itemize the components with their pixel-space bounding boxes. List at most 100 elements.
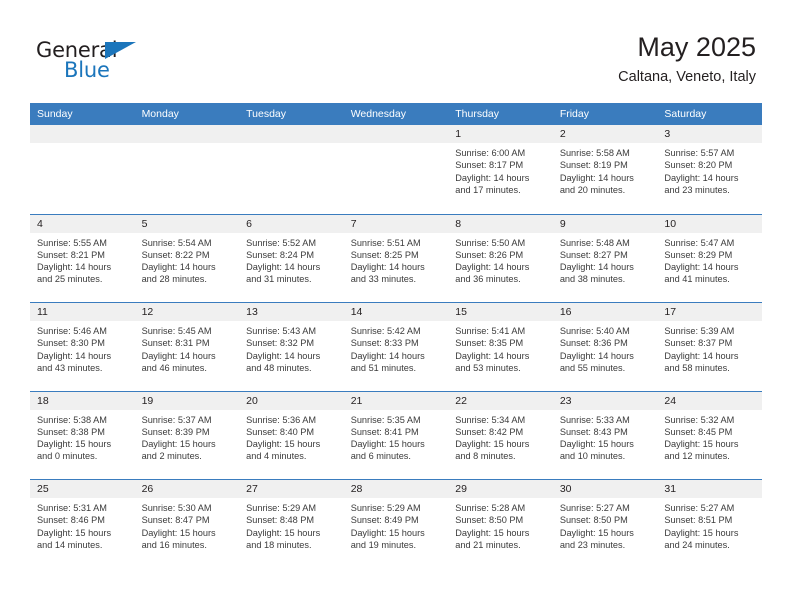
daylight-text: Daylight: 14 hours and 46 minutes. bbox=[141, 350, 216, 373]
sunset-text: Sunset: 8:31 PM bbox=[141, 338, 210, 349]
daylight-text: Daylight: 15 hours and 16 minutes. bbox=[141, 527, 216, 550]
sunrise-text: Sunrise: 5:36 AM bbox=[246, 414, 317, 425]
calendar-day-cell[interactable]: 6 Sunrise: 5:52 AM Sunset: 8:24 PM Daylight… bbox=[239, 214, 344, 302]
daylight-text: Daylight: 15 hours and 19 minutes. bbox=[350, 527, 425, 550]
day-number bbox=[239, 125, 344, 143]
day-details: Sunrise: 5:27 AM Sunset: 8:50 PM Daylight:… bbox=[553, 498, 658, 551]
daylight-text: Daylight: 15 hours and 4 minutes. bbox=[246, 439, 321, 462]
calendar-day-cell[interactable]: 8 Sunrise: 5:50 AM Sunset: 8:26 PM Daylight… bbox=[448, 214, 553, 302]
sunset-text: Sunset: 8:27 PM bbox=[559, 249, 628, 260]
calendar-day-cell[interactable]: 16 Sunrise: 5:40 AM Sunset: 8:36 PM Dayligh… bbox=[552, 303, 658, 391]
calendar-day-cell[interactable]: 26 Sunrise: 5:30 AM Sunset: 8:47 PM Dayligh… bbox=[134, 480, 240, 568]
sunrise-text: Sunrise: 5:28 AM bbox=[455, 503, 526, 513]
calendar-day-cell[interactable]: 2 Sunrise: 5:58 AM Sunset: 8:19 PM Daylight… bbox=[552, 125, 658, 214]
sunrise-text: Sunrise: 5:39 AM bbox=[664, 326, 735, 336]
day-number: 20 bbox=[239, 391, 344, 410]
sunrise-text: Sunrise: 5:29 AM bbox=[350, 503, 421, 513]
daylight-text: Daylight: 15 hours and 12 minutes. bbox=[664, 439, 739, 462]
calendar-day-cell[interactable]: 12 Sunrise: 5:45 AM Sunset: 8:31 PM Dayligh… bbox=[134, 303, 240, 391]
sunset-text: Sunset: 8:36 PM bbox=[559, 338, 628, 349]
general-blue-logo[interactable]: General Blue bbox=[36, 38, 156, 84]
daylight-text: Daylight: 14 hours and 17 minutes. bbox=[455, 172, 530, 195]
calendar-day-cell[interactable]: 20 Sunrise: 5:36 AM Sunset: 8:40 PM Dayligh… bbox=[239, 391, 344, 479]
day-number bbox=[134, 125, 240, 143]
calendar-weeks: 1 Sunrise: 6:00 AM Sunset: 8:17 PM Daylight… bbox=[30, 125, 762, 568]
calendar-day-cell[interactable]: 3 Sunrise: 5:57 AM Sunset: 8:20 PM Daylight… bbox=[657, 125, 762, 214]
day-number: 18 bbox=[30, 391, 135, 410]
day-number: 23 bbox=[552, 391, 658, 410]
calendar-day-cell[interactable]: 17 Sunrise: 5:39 AM Sunset: 8:37 PM Dayligh… bbox=[657, 303, 762, 391]
day-number: 13 bbox=[239, 303, 344, 321]
calendar-day-cell[interactable]: 4 Sunrise: 5:55 AM Sunset: 8:21 PM Daylight… bbox=[30, 214, 135, 302]
calendar-day-cell[interactable]: 25 Sunrise: 5:31 AM Sunset: 8:46 PM Dayligh… bbox=[30, 480, 135, 568]
day-number: 25 bbox=[30, 480, 135, 498]
sunset-text: Sunset: 8:50 PM bbox=[559, 515, 628, 526]
sunset-text: Sunset: 8:43 PM bbox=[559, 426, 628, 437]
calendar-week-row: 18 Sunrise: 5:38 AM Sunset: 8:38 PM Dayligh… bbox=[30, 390, 762, 479]
sunrise-text: Sunrise: 5:55 AM bbox=[37, 237, 107, 248]
sunrise-text: Sunrise: 5:47 AM bbox=[664, 237, 735, 248]
sunrise-text: Sunrise: 5:34 AM bbox=[455, 414, 526, 425]
calendar-day-cell[interactable]: 30 Sunrise: 5:27 AM Sunset: 8:50 PM Dayligh… bbox=[552, 480, 658, 568]
calendar-day-cell[interactable]: 24 Sunrise: 5:32 AM Sunset: 8:45 PM Dayligh… bbox=[657, 391, 762, 479]
daylight-text: Daylight: 14 hours and 48 minutes. bbox=[246, 350, 321, 373]
sunset-text: Sunset: 8:20 PM bbox=[664, 160, 733, 171]
day-details: Sunrise: 5:39 AM Sunset: 8:37 PM Daylight:… bbox=[657, 321, 762, 374]
calendar-day-cell-empty bbox=[30, 125, 135, 214]
page-header: General Blue May 2025 Caltana, Veneto, I… bbox=[0, 0, 792, 96]
calendar-day-cell[interactable]: 14 Sunrise: 5:42 AM Sunset: 8:33 PM Dayligh… bbox=[343, 303, 449, 391]
sunrise-text: Sunrise: 5:57 AM bbox=[664, 148, 735, 158]
sunset-text: Sunset: 8:33 PM bbox=[350, 338, 419, 349]
day-details: Sunrise: 5:42 AM Sunset: 8:33 PM Daylight:… bbox=[344, 321, 449, 374]
daylight-text: Daylight: 14 hours and 51 minutes. bbox=[350, 350, 425, 373]
calendar-day-cell[interactable]: 29 Sunrise: 5:28 AM Sunset: 8:50 PM Dayligh… bbox=[448, 480, 553, 568]
sunset-text: Sunset: 8:41 PM bbox=[350, 426, 419, 437]
calendar-week-row: 25 Sunrise: 5:31 AM Sunset: 8:46 PM Dayligh… bbox=[30, 479, 762, 568]
sunrise-text: Sunrise: 5:45 AM bbox=[141, 326, 212, 336]
day-number: 6 bbox=[239, 214, 344, 233]
calendar-day-cell[interactable]: 19 Sunrise: 5:37 AM Sunset: 8:39 PM Dayligh… bbox=[134, 391, 240, 479]
calendar-day-cell[interactable]: 23 Sunrise: 5:33 AM Sunset: 8:43 PM Dayligh… bbox=[552, 391, 658, 479]
calendar-day-cell[interactable]: 27 Sunrise: 5:29 AM Sunset: 8:48 PM Dayligh… bbox=[239, 480, 344, 568]
calendar-day-cell-empty bbox=[239, 125, 344, 214]
sunset-text: Sunset: 8:21 PM bbox=[37, 249, 105, 260]
daylight-text: Daylight: 14 hours and 36 minutes. bbox=[455, 262, 530, 285]
calendar-day-cell[interactable]: 7 Sunrise: 5:51 AM Sunset: 8:25 PM Daylight… bbox=[343, 214, 449, 302]
calendar-day-cell[interactable]: 9 Sunrise: 5:48 AM Sunset: 8:27 PM Daylight… bbox=[552, 214, 658, 302]
day-details: Sunrise: 5:34 AM Sunset: 8:42 PM Daylight:… bbox=[448, 410, 553, 463]
calendar-day-cell[interactable]: 15 Sunrise: 5:41 AM Sunset: 8:35 PM Dayligh… bbox=[448, 303, 553, 391]
daylight-text: Daylight: 14 hours and 25 minutes. bbox=[37, 262, 112, 285]
sunrise-text: Sunrise: 5:50 AM bbox=[455, 237, 526, 248]
calendar-day-cell-empty bbox=[134, 125, 240, 214]
calendar-day-cell[interactable]: 13 Sunrise: 5:43 AM Sunset: 8:32 PM Dayligh… bbox=[239, 303, 344, 391]
sunrise-text: Sunrise: 5:35 AM bbox=[350, 414, 421, 425]
calendar-week-row: 4 Sunrise: 5:55 AM Sunset: 8:21 PM Daylight… bbox=[30, 213, 762, 302]
weekday-header-monday: Monday bbox=[141, 108, 179, 120]
calendar-day-cell[interactable]: 28 Sunrise: 5:29 AM Sunset: 8:49 PM Dayligh… bbox=[343, 480, 449, 568]
day-details: Sunrise: 5:35 AM Sunset: 8:41 PM Daylight:… bbox=[344, 410, 449, 463]
calendar-day-cell[interactable]: 31 Sunrise: 5:27 AM Sunset: 8:51 PM Dayligh… bbox=[657, 480, 762, 568]
day-number: 16 bbox=[552, 303, 658, 321]
day-details: Sunrise: 5:45 AM Sunset: 8:31 PM Daylight:… bbox=[135, 321, 240, 374]
day-number: 7 bbox=[343, 214, 449, 233]
calendar-day-cell[interactable]: 11 Sunrise: 5:46 AM Sunset: 8:30 PM Dayligh… bbox=[30, 303, 135, 391]
day-number: 4 bbox=[30, 214, 135, 233]
day-details: Sunrise: 5:32 AM Sunset: 8:45 PM Daylight:… bbox=[657, 410, 762, 463]
day-number: 28 bbox=[343, 480, 449, 498]
day-number: 24 bbox=[657, 391, 762, 410]
calendar-day-cell[interactable]: 10 Sunrise: 5:47 AM Sunset: 8:29 PM Dayligh… bbox=[657, 214, 762, 302]
calendar-day-cell[interactable]: 21 Sunrise: 5:35 AM Sunset: 8:41 PM Dayligh… bbox=[343, 391, 449, 479]
calendar-day-cell[interactable]: 18 Sunrise: 5:38 AM Sunset: 8:38 PM Dayligh… bbox=[30, 391, 135, 479]
sunset-text: Sunset: 8:47 PM bbox=[141, 515, 210, 526]
calendar-day-cell[interactable]: 5 Sunrise: 5:54 AM Sunset: 8:22 PM Daylight… bbox=[134, 214, 240, 302]
day-details: Sunrise: 5:40 AM Sunset: 8:36 PM Daylight:… bbox=[553, 321, 658, 374]
page-title: May 2025 bbox=[637, 32, 756, 62]
day-number: 14 bbox=[343, 303, 449, 321]
day-number: 26 bbox=[134, 480, 240, 498]
calendar-day-cell[interactable]: 22 Sunrise: 5:34 AM Sunset: 8:42 PM Dayligh… bbox=[448, 391, 553, 479]
logo-triangle-icon bbox=[105, 42, 136, 59]
daylight-text: Daylight: 15 hours and 0 minutes. bbox=[37, 439, 112, 462]
daylight-text: Daylight: 14 hours and 43 minutes. bbox=[37, 350, 112, 373]
day-details: Sunrise: 5:27 AM Sunset: 8:51 PM Daylight:… bbox=[657, 498, 762, 551]
calendar-day-cell[interactable]: 1 Sunrise: 6:00 AM Sunset: 8:17 PM Daylight… bbox=[448, 125, 553, 214]
